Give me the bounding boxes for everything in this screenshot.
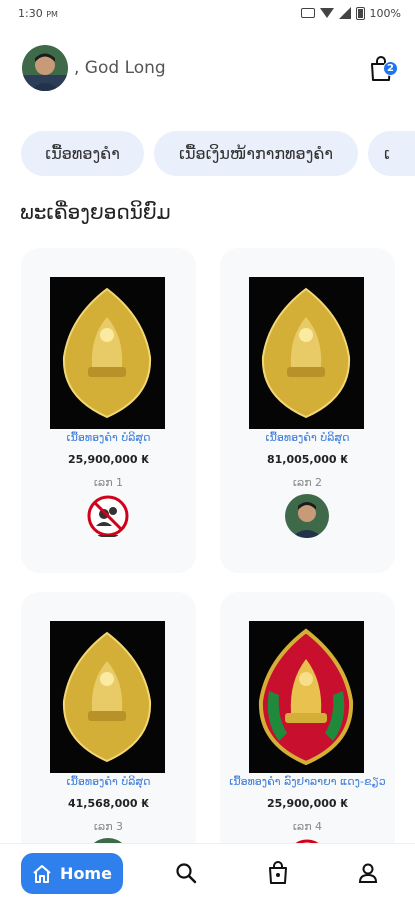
shopping-bag-icon (269, 861, 287, 884)
bottom-nav: Home (0, 843, 415, 900)
cart-badge: 2 (383, 61, 398, 76)
product-image (50, 277, 165, 429)
status-time-text: 1:30 (18, 6, 43, 20)
product-rank: ເລກ 2 (292, 476, 323, 489)
product-image (249, 277, 364, 429)
avatar[interactable] (22, 45, 68, 91)
category-chip-gold[interactable]: ເນື້ອທອງຄໍາ (21, 131, 144, 176)
battery-icon (355, 6, 365, 20)
status-icons: 100% (300, 6, 401, 20)
category-chip-silver-gold[interactable]: ເນື້ອເງິນໜ້າກາກທອງຄໍາ (154, 131, 358, 176)
seller-avatar[interactable] (285, 494, 329, 538)
product-rank: ເລກ 3 (93, 820, 124, 833)
product-image (50, 621, 165, 773)
cart-button[interactable]: 2 (369, 56, 398, 82)
nav-cart-button[interactable] (262, 857, 294, 889)
nav-search-button[interactable] (170, 857, 202, 889)
product-name[interactable]: ເນື້ອທອງຄໍາ ບໍລິສຸດ (21, 775, 196, 788)
nav-profile-button[interactable] (352, 857, 384, 889)
signal-icon (338, 7, 351, 19)
user-icon (358, 863, 378, 883)
section-title: ພະເຄື່ອງຍອດນິຍົມ (20, 200, 171, 224)
product-rank: ເລກ 4 (292, 820, 323, 833)
product-price: 81,005,000 ₭ (266, 453, 349, 466)
status-bar: 1:30 PM 100% (0, 0, 415, 26)
no-seller-icon (86, 494, 130, 538)
product-price: 25,900,000 ₭ (266, 797, 349, 810)
product-name[interactable]: ເນື້ອທອງຄໍາ ບໍລິສຸດ (220, 431, 395, 444)
product-image (249, 621, 364, 773)
nav-home-label: Home (60, 864, 112, 883)
status-time-suffix: PM (46, 9, 58, 19)
home-icon (33, 864, 51, 883)
search-icon (176, 863, 197, 884)
product-card[interactable]: ເນື້ອທອງຄໍາ ບໍລິສຸດ 81,005,000 ₭ ເລກ 2 (220, 248, 395, 573)
wifi-icon (319, 8, 334, 18)
status-time: 1:30 PM (18, 7, 58, 20)
header: , God Long 2 (0, 42, 415, 94)
greeting-text: , God Long (74, 58, 166, 78)
nav-home-button[interactable]: Home (21, 853, 123, 894)
category-chips: ເນື້ອທອງຄໍາ ເນື້ອເງິນໜ້າກາກທອງຄໍາ ເ (0, 131, 415, 177)
product-price: 41,568,000 ₭ (67, 797, 150, 810)
product-name[interactable]: ເນື້ອທອງຄໍາ ບໍລິສຸດ (21, 431, 196, 444)
battery-text: 100% (369, 6, 401, 20)
product-rank: ເລກ 1 (93, 476, 124, 489)
product-card[interactable]: ເນື້ອທອງຄໍາ ບໍລິສຸດ 25,900,000 ₭ ເລກ 1 (21, 248, 196, 573)
category-chip-more[interactable]: ເ (368, 131, 415, 176)
nfc-icon (300, 8, 315, 18)
product-price: 25,900,000 ₭ (67, 453, 150, 466)
product-name[interactable]: ເນື້ອທອງຄໍາ ລົງຢາລາຍາ ແດງ-ຂຽວ (220, 775, 395, 788)
